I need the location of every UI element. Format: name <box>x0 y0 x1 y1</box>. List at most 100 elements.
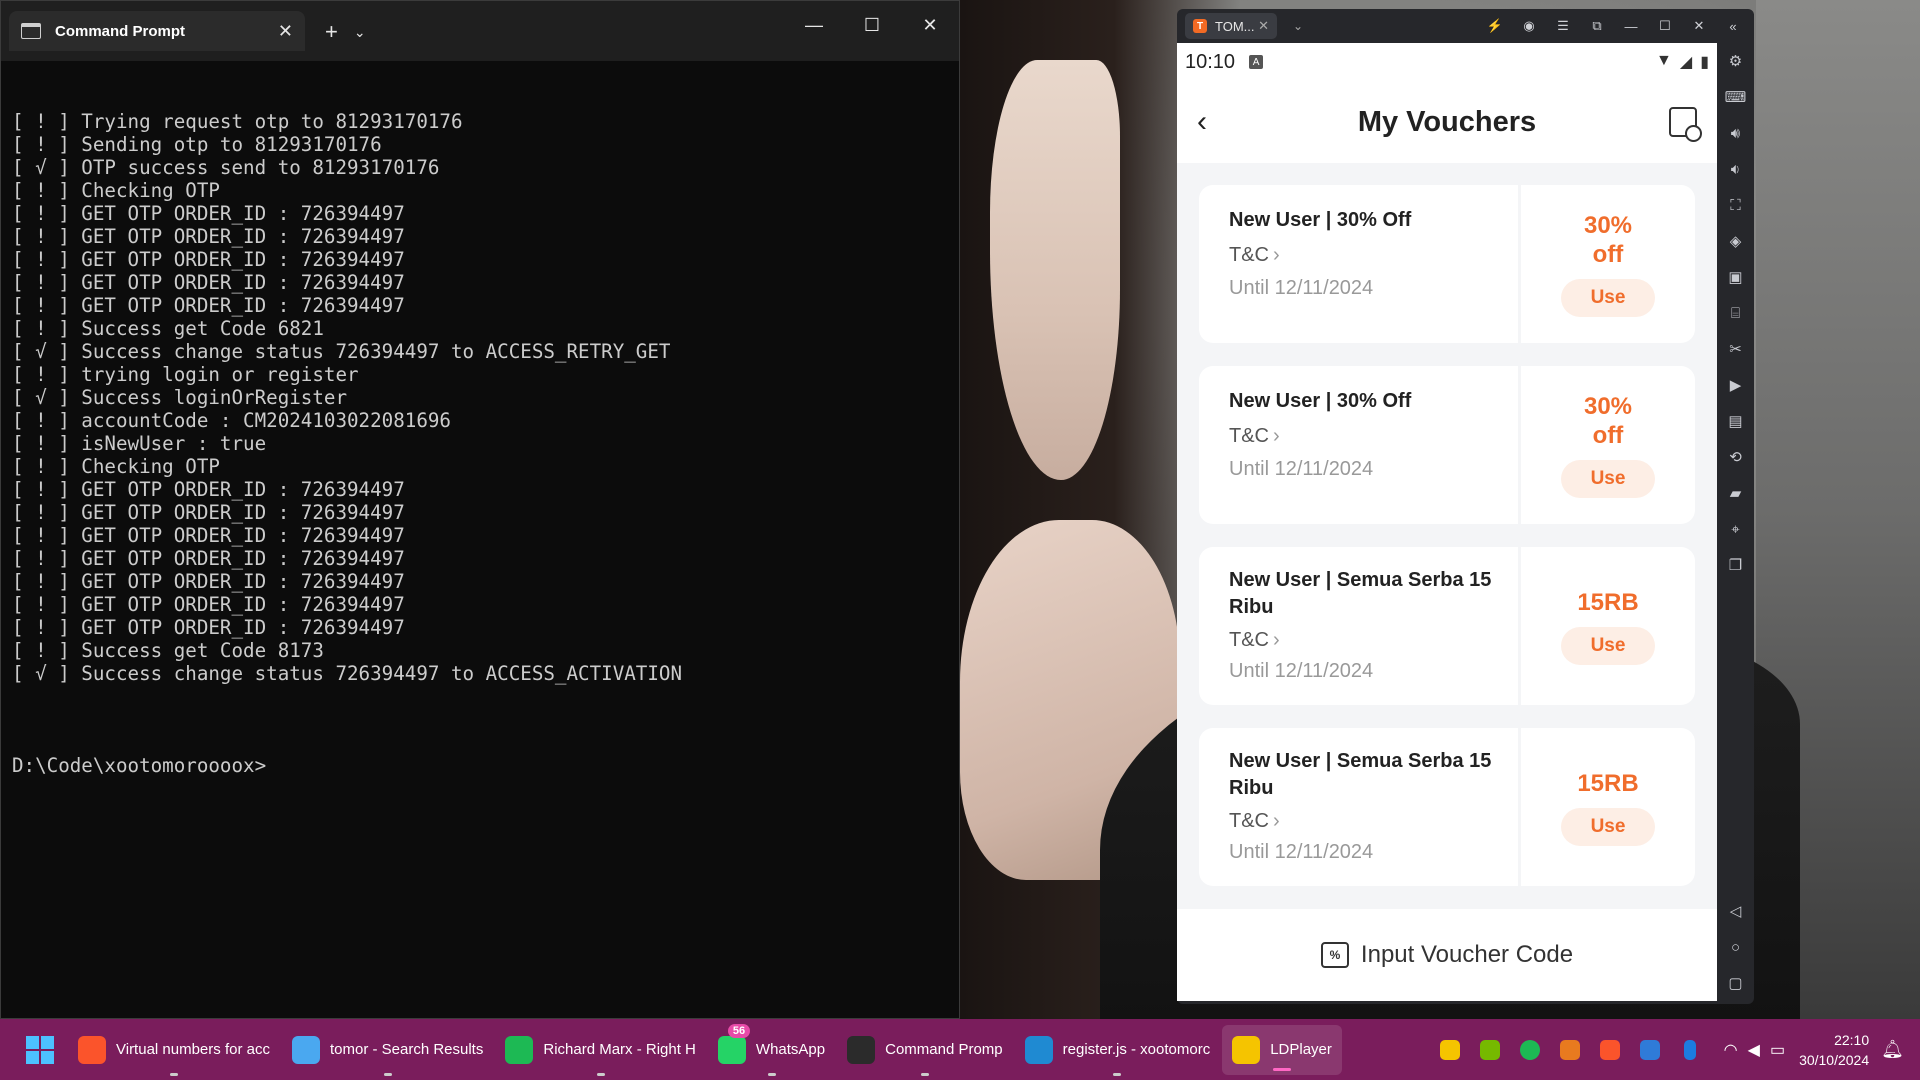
multi-instance-icon[interactable]: ❐ <box>1729 547 1742 583</box>
folder-icon[interactable]: ▰ <box>1730 475 1742 511</box>
battery-icon: ▮ <box>1700 54 1709 71</box>
maximize-button[interactable]: ☐ <box>843 1 901 49</box>
record-icon[interactable]: ▣ <box>1728 259 1742 295</box>
terms-link[interactable]: T&C › <box>1229 425 1518 448</box>
terminal-icon <box>847 1035 876 1064</box>
chevron-down-icon[interactable]: ⌄ <box>1293 19 1303 33</box>
cmd-tab[interactable]: Command Prompt ✕ <box>9 11 305 51</box>
console-line: [ ! ] GET OTP ORDER_ID : 726394497 <box>12 524 405 547</box>
scissors-icon[interactable]: ✂ <box>1729 331 1742 367</box>
cmd-tab-title: Command Prompt <box>55 22 186 40</box>
taskbar-item[interactable]: tomor - Search Results <box>282 1019 493 1080</box>
voucher-card[interactable]: New User | Semua Serba 15 Ribu T&C › Unti… <box>1199 547 1695 705</box>
voucher-amount: 30% off <box>1583 393 1633 449</box>
close-tab-icon[interactable]: ✕ <box>278 21 293 42</box>
voucher-title: New User | Semua Serba 15 Ribu <box>1229 750 1492 799</box>
console-line: [ √ ] Success change status 726394497 to… <box>12 340 671 363</box>
bolt-icon[interactable]: ⚡ <box>1478 18 1512 34</box>
console-line: [ ! ] isNewUser : true <box>12 432 267 455</box>
maximize-button[interactable]: ☐ <box>1648 18 1682 34</box>
volume-down-icon[interactable]: 🔉︎ <box>1731 151 1740 187</box>
brave-icon[interactable] <box>1590 1039 1630 1060</box>
emulator-titlebar[interactable]: T TOM... ✕ ⌄ ⚡ ◉ ☰ ⧉ — ☐ ✕ « <box>1177 9 1754 43</box>
volume-up-icon[interactable]: 🔊︎ <box>1731 115 1740 151</box>
shake-icon[interactable]: ◈ <box>1730 223 1742 259</box>
console-line: [ ! ] GET OTP ORDER_ID : 726394497 <box>12 501 405 524</box>
macro-icon[interactable]: ⌸ <box>1731 295 1740 331</box>
tray-app-icon[interactable] <box>1430 1039 1470 1060</box>
android-recents-icon[interactable]: ▢ <box>1728 965 1742 1001</box>
cmd-titlebar[interactable]: Command Prompt ✕ + ⌄ — ☐ ✕ <box>1 1 959 61</box>
terms-link[interactable]: T&C › <box>1229 810 1518 833</box>
menu-icon[interactable]: ☰ <box>1546 18 1580 34</box>
console-output[interactable]: [ ! ] Trying request otp to 81293170176 [… <box>1 61 959 826</box>
emulator-controls: ⚡ ◉ ☰ ⧉ — ☐ ✕ « <box>1478 9 1750 43</box>
taskbar-item[interactable]: register.js - xootomorc <box>1015 1019 1221 1080</box>
start-button[interactable] <box>12 1019 68 1080</box>
close-button[interactable]: ✕ <box>901 1 959 49</box>
console-line: [ ! ] Trying request otp to 81293170176 <box>12 110 463 133</box>
new-tab-button[interactable]: + <box>325 19 338 45</box>
console-line: [ ! ] GET OTP ORDER_ID : 726394497 <box>12 547 405 570</box>
taskbar-item[interactable]: Command Promp <box>837 1019 1013 1080</box>
running-indicator <box>169 1073 178 1076</box>
chevron-down-icon[interactable]: ⌄ <box>354 24 366 41</box>
screenshot-icon[interactable]: ⛶ <box>1730 187 1741 223</box>
rotate-icon[interactable]: ⟲ <box>1729 439 1742 475</box>
use-button[interactable]: Use <box>1561 460 1655 498</box>
back-arrow-icon[interactable]: ‹ <box>1197 105 1237 139</box>
bluetooth-icon[interactable] <box>1670 1039 1710 1060</box>
location-icon[interactable]: ⌖ <box>1731 511 1739 547</box>
settings-icon[interactable]: ⚙ <box>1729 43 1742 79</box>
use-button[interactable]: Use <box>1561 279 1655 317</box>
android-home-icon[interactable]: ○ <box>1731 929 1740 965</box>
voucher-card[interactable]: New User | 30% Off T&C › Until 12/11/2024… <box>1199 366 1695 524</box>
video-icon[interactable]: ▶ <box>1730 367 1742 403</box>
wifi-icon: ◠ <box>1723 1041 1738 1059</box>
terms-link[interactable]: T&C › <box>1229 244 1518 267</box>
voucher-title: New User | Semua Serba 15 Ribu <box>1229 569 1492 618</box>
taskbar-item[interactable]: Richard Marx - Right H <box>495 1019 706 1080</box>
use-button[interactable]: Use <box>1561 807 1655 846</box>
taskbar-item[interactable]: LDPlayer <box>1222 1024 1342 1075</box>
taskbar-item[interactable]: 56 WhatsApp <box>708 1019 835 1080</box>
voucher-history-icon[interactable] <box>1669 107 1702 142</box>
spotify-icon[interactable] <box>1510 1039 1550 1060</box>
console-prompt[interactable]: D:\Code\xootomoroooox> <box>12 754 948 777</box>
app-header: ‹ My Vouchers <box>1177 81 1717 163</box>
minimize-button[interactable]: — <box>1614 19 1648 34</box>
voucher-expiry: Until 12/11/2024 <box>1229 841 1374 863</box>
app-icon: T <box>1193 19 1207 33</box>
close-button[interactable]: ✕ <box>1682 18 1716 34</box>
voucher-card[interactable]: New User | 30% Off T&C › Until 12/11/2024… <box>1199 185 1695 343</box>
terms-label: T&C <box>1229 629 1269 651</box>
account-icon[interactable]: ◉ <box>1512 18 1546 34</box>
minimize-button[interactable]: — <box>785 1 843 49</box>
spotify-icon <box>505 1035 534 1064</box>
android-back-icon[interactable]: ◁ <box>1730 893 1742 929</box>
security-icon[interactable] <box>1630 1039 1670 1060</box>
status-icons: ▼ ◢ ▮ <box>1656 52 1709 72</box>
console-line: [ ! ] GET OTP ORDER_ID : 726394497 <box>12 202 405 225</box>
system-tray: ◠ ◀︎ ▭ 22:10 30/10/2024 🔔︎ <box>1430 1019 1920 1080</box>
voucher-card[interactable]: New User | Semua Serba 15 Ribu T&C › Unti… <box>1199 728 1695 886</box>
nvidia-icon[interactable] <box>1470 1039 1510 1060</box>
notification-bell-icon[interactable]: 🔔︎ <box>1881 1039 1904 1060</box>
emulator-app-tab[interactable]: T TOM... ✕ <box>1185 13 1277 39</box>
apk-icon[interactable]: ▤ <box>1728 403 1742 439</box>
console-line: [ ! ] accountCode : CM2024103022081696 <box>12 409 451 432</box>
quick-settings[interactable]: ◠ ◀︎ ▭ <box>1724 1040 1785 1060</box>
console-lines: [ ! ] Trying request otp to 81293170176 [… <box>12 110 948 685</box>
tray-orange-app-icon[interactable] <box>1550 1039 1590 1060</box>
input-voucher-label: Input Voucher Code <box>1360 941 1574 968</box>
taskbar-item[interactable]: Virtual numbers for acc <box>68 1019 280 1080</box>
use-button[interactable]: Use <box>1561 626 1655 665</box>
keyboard-icon[interactable]: ⌨ <box>1725 79 1747 115</box>
collapse-sidebar-icon[interactable]: « <box>1716 19 1750 34</box>
clock[interactable]: 22:10 30/10/2024 <box>1799 1030 1869 1070</box>
input-voucher-button[interactable]: % Input Voucher Code <box>1177 909 1717 1001</box>
close-tab-icon[interactable]: ✕ <box>1258 18 1269 34</box>
terms-link[interactable]: T&C › <box>1229 629 1518 652</box>
popout-icon[interactable]: ⧉ <box>1580 18 1614 34</box>
voucher-title: New User | 30% Off <box>1229 209 1412 231</box>
